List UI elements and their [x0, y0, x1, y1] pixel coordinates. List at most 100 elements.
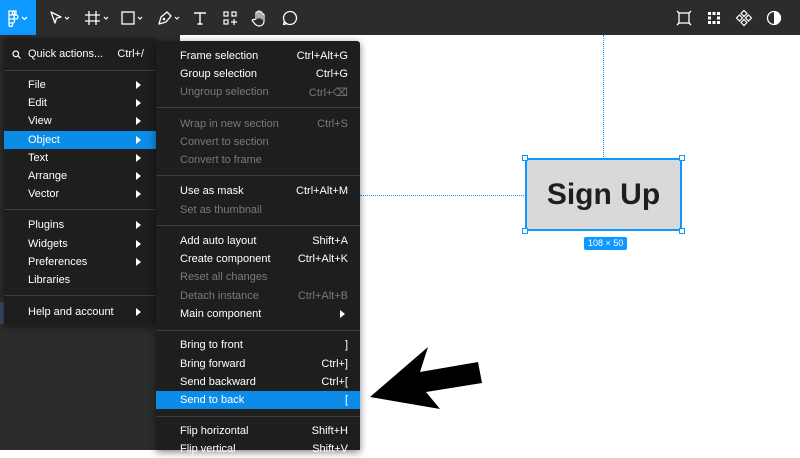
pointer-arrow-icon [370, 347, 482, 409]
menu-item-convert-to-section: Convert to section [156, 133, 360, 151]
text-tool-icon [194, 11, 206, 25]
move-tool-button[interactable] [44, 0, 74, 35]
menu-item-label: Bring to front [180, 339, 243, 351]
hand-tool-button[interactable] [248, 0, 272, 35]
comment-tool-button[interactable] [278, 0, 302, 35]
menu-item-label: Widgets [28, 238, 68, 250]
menu-item-label: Detach instance [180, 290, 259, 302]
main-menu-button[interactable] [0, 0, 36, 35]
frame-tool-icon [85, 10, 109, 25]
submenu-arrow-icon [136, 221, 141, 229]
menu-item-shortcut: Ctrl+Alt+K [297, 253, 348, 265]
menu-item-flip-vertical[interactable]: Flip vertical Shift+V [156, 440, 360, 458]
menu-item-flip-horizontal[interactable]: Flip horizontal Shift+H [156, 422, 360, 440]
menu-item-shortcut: Shift+V [312, 443, 348, 455]
menu-item-libraries[interactable]: Libraries [4, 271, 156, 289]
menu-item-file[interactable]: File [4, 76, 156, 94]
menu-item-plugins[interactable]: Plugins [4, 216, 156, 234]
menu-item-use-as-mask[interactable]: Use as mask Ctrl+Alt+M [156, 182, 360, 200]
menu-item-quick-actions[interactable]: Quick actions... Ctrl+/ [4, 45, 156, 63]
resize-handle-bottom-left[interactable] [522, 228, 528, 234]
resize-handle-top-right[interactable] [679, 155, 685, 161]
dev-mode-icon [676, 10, 692, 25]
text-tool-button[interactable] [188, 0, 212, 35]
menu-item-group-selection[interactable]: Group selection Ctrl+G [156, 65, 360, 83]
menu-item-label: Help and account [28, 306, 114, 318]
menu-item-label: Main component [180, 308, 262, 320]
menu-item-bring-to-front[interactable]: Bring to front] [156, 336, 360, 354]
menu-item-frame-selection[interactable]: Frame selection Ctrl+Alt+G [156, 47, 360, 65]
menu-item-set-as-thumbnail: Set as thumbnail [156, 201, 360, 219]
top-toolbar [0, 0, 800, 35]
menu-item-send-backward[interactable]: Send backward Ctrl+[ [156, 373, 360, 391]
menu-item-widgets[interactable]: Widgets [4, 235, 156, 253]
pen-tool-button[interactable] [154, 0, 184, 35]
menu-item-label: Use as mask [180, 185, 244, 197]
menu-item-shortcut: ] [344, 339, 348, 351]
submenu-arrow-icon [136, 99, 141, 107]
menu-item-shortcut: Ctrl+⌫ [308, 87, 348, 99]
menu-item-label: Plugins [28, 219, 65, 231]
menu-item-create-component[interactable]: Create component Ctrl+Alt+K [156, 250, 360, 268]
move-tool-icon [50, 10, 70, 24]
menu-item-label: Text [28, 152, 49, 164]
search-icon [12, 50, 21, 59]
resize-handle-bottom-right[interactable] [679, 228, 685, 234]
menu-item-label: Send to back [180, 394, 245, 406]
menu-item-ungroup-selection: Ungroup selection Ctrl+⌫ [156, 83, 360, 101]
menu-separator [156, 330, 360, 331]
component-button[interactable] [732, 0, 756, 35]
submenu-arrow-icon [136, 172, 141, 180]
submenu-arrow-icon [136, 190, 141, 198]
menu-item-send-to-back[interactable]: Send to back [ [156, 391, 360, 409]
menu-item-edit[interactable]: Edit [4, 94, 156, 112]
resources-button[interactable] [218, 0, 242, 35]
menu-item-label: Object [28, 134, 60, 146]
contrast-button[interactable] [762, 0, 786, 35]
pen-tool-icon [158, 10, 180, 25]
menu-item-arrange[interactable]: Arrange [4, 167, 156, 185]
menu-separator [156, 225, 360, 226]
menu-item-label: Reset all changes [180, 271, 268, 283]
main-menu: Quick actions... Ctrl+/ File Edit View O… [4, 38, 156, 325]
submenu-arrow-icon [136, 308, 141, 316]
menu-item-view[interactable]: View [4, 112, 156, 130]
menu-item-text[interactable]: Text [4, 149, 156, 167]
dev-mode-button[interactable] [672, 0, 696, 35]
menu-item-wrap-in-new-section: Wrap in new section Ctrl+S [156, 115, 360, 133]
horizontal-guide [360, 195, 524, 196]
menu-item-vector[interactable]: Vector [4, 185, 156, 203]
frame-tool-button[interactable] [82, 0, 112, 35]
menu-item-label: Send backward [180, 376, 256, 388]
menu-item-help-and-account[interactable]: Help and account [4, 303, 156, 321]
menu-item-label: File [28, 79, 46, 91]
resize-handle-top-left[interactable] [522, 155, 528, 161]
hand-tool-icon [251, 9, 265, 27]
menu-item-label: Libraries [28, 274, 71, 286]
object-submenu: Frame selection Ctrl+Alt+G Group selectio… [156, 41, 360, 455]
menu-item-label: Quick actions... [28, 48, 104, 60]
menu-item-preferences[interactable]: Preferences [4, 253, 156, 271]
menu-item-object[interactable]: Object [4, 131, 156, 149]
component-icon [735, 9, 753, 26]
menu-item-bring-forward[interactable]: Bring forward Ctrl+] [156, 355, 360, 373]
menu-separator [156, 107, 360, 108]
menu-item-label: Vector [28, 188, 60, 200]
menu-separator [4, 295, 156, 296]
vertical-guide [603, 35, 604, 157]
menu-item-label: Convert to section [180, 136, 269, 148]
grid-components-icon [708, 11, 720, 24]
menu-item-label: Frame selection [180, 50, 259, 62]
contrast-icon [766, 10, 782, 25]
submenu-arrow-icon [340, 310, 345, 318]
menu-item-main-component[interactable]: Main component [156, 305, 360, 323]
grid-components-button[interactable] [702, 0, 726, 35]
menu-item-label: Wrap in new section [180, 118, 279, 130]
menu-item-convert-to-frame: Convert to frame [156, 151, 360, 169]
menu-item-add-auto-layout[interactable]: Add auto layout Shift+A [156, 232, 360, 250]
signup-button-frame[interactable]: Sign Up [525, 158, 682, 231]
menu-item-shortcut: Ctrl+Alt+M [296, 185, 348, 197]
menu-item-shortcut: Ctrl+] [321, 358, 348, 370]
shape-tool-button[interactable] [118, 0, 148, 35]
submenu-arrow-icon [136, 258, 141, 266]
